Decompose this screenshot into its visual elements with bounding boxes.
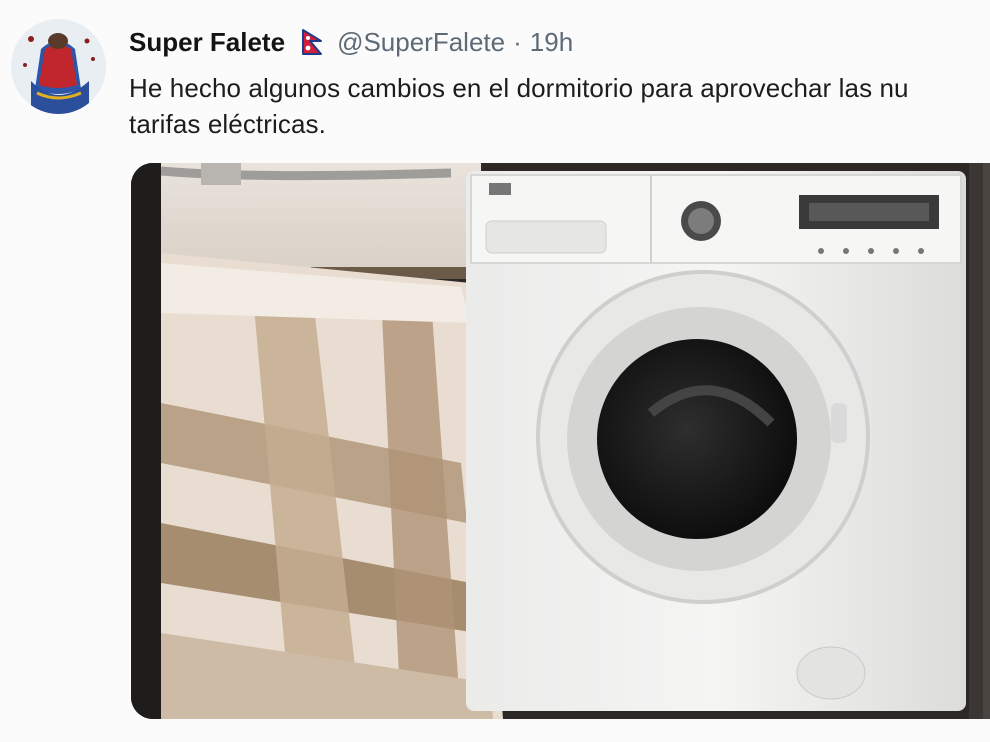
tweet[interactable]: Super Falete @SuperFalete · 19h He hecho… [0, 0, 990, 742]
tweet-header: Super Falete @SuperFalete · 19h [129, 24, 573, 60]
separator-dot: · [513, 26, 522, 57]
timestamp[interactable]: 19h [530, 27, 573, 58]
tweet-photo[interactable] [131, 163, 990, 719]
user-handle[interactable]: @SuperFalete [337, 27, 505, 58]
tweet-text: He hecho algunos cambios en el dormitori… [129, 70, 990, 142]
nepal-flag-icon [301, 28, 323, 56]
superhero-avatar-icon [11, 19, 106, 114]
avatar[interactable] [11, 19, 106, 114]
display-name[interactable]: Super Falete [129, 27, 285, 58]
photo-bed-and-washing-machine-icon [131, 163, 990, 719]
tweet-text-line: tarifas eléctricas. [129, 109, 326, 139]
tweet-text-line: He hecho algunos cambios en el dormitori… [129, 73, 909, 103]
